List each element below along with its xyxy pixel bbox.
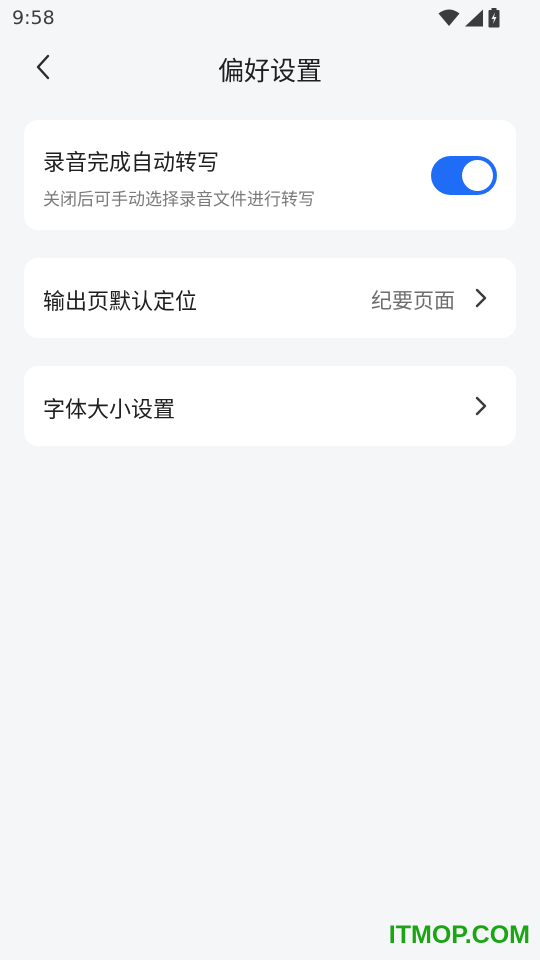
wifi-icon xyxy=(438,9,460,27)
auto-transcribe-setting: 录音完成自动转写 关闭后可手动选择录音文件进行转写 xyxy=(24,120,516,230)
chevron-right-icon xyxy=(474,287,488,309)
chevron-right-icon xyxy=(474,395,488,417)
battery-charging-icon xyxy=(488,8,500,28)
status-time: 9:58 xyxy=(12,7,55,29)
toggle-knob xyxy=(462,160,493,191)
app-bar: 偏好设置 xyxy=(0,40,540,98)
auto-transcribe-subtitle: 关闭后可手动选择录音文件进行转写 xyxy=(43,190,315,210)
signal-icon xyxy=(464,9,484,27)
status-icons xyxy=(438,7,500,29)
watermark: ITMOP.COM xyxy=(388,921,530,949)
status-bar: 9:58 xyxy=(0,0,540,36)
output-page-title: 输出页默认定位 xyxy=(43,290,198,315)
page-title: 偏好设置 xyxy=(217,57,322,87)
font-size-setting[interactable]: 字体大小设置 xyxy=(24,366,516,446)
output-page-value: 纪要页面 xyxy=(371,289,455,313)
auto-transcribe-toggle[interactable] xyxy=(431,156,497,195)
auto-transcribe-title: 录音完成自动转写 xyxy=(43,151,220,176)
output-page-setting[interactable]: 输出页默认定位 纪要页面 xyxy=(24,258,516,338)
font-size-title: 字体大小设置 xyxy=(43,398,176,423)
